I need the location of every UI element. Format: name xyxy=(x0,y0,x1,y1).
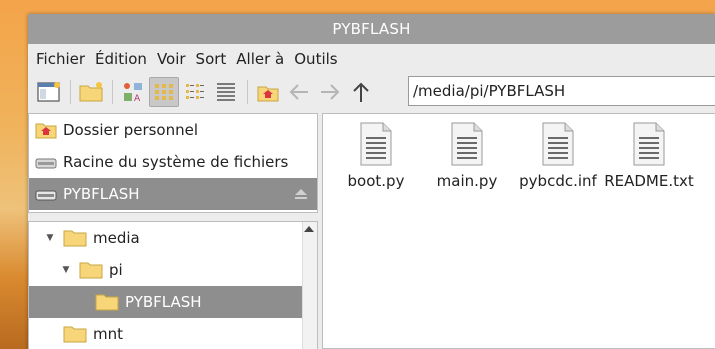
back-button[interactable] xyxy=(284,77,314,107)
toolbar-separator xyxy=(112,79,113,104)
place-label: Racine du système de fichiers xyxy=(63,153,289,171)
collapse-arrow-icon[interactable]: ▼ xyxy=(43,233,57,243)
list-view-button[interactable] xyxy=(211,77,241,107)
new-window-button[interactable] xyxy=(34,77,64,107)
tree-label: mnt xyxy=(93,325,123,343)
file-name: pybcdc.inf xyxy=(519,172,597,190)
up-button[interactable] xyxy=(346,77,376,107)
window-title: PYBFLASH xyxy=(332,20,411,38)
toolbar-separator xyxy=(247,79,248,104)
text-file-icon xyxy=(451,122,483,166)
home-folder-icon xyxy=(35,123,57,139)
file-item[interactable]: pybcdc.inf xyxy=(513,122,603,190)
home-icon xyxy=(257,86,279,101)
file-item[interactable]: README.txt xyxy=(604,122,694,190)
folder-icon xyxy=(63,326,87,343)
thumbnail-view-button[interactable]: A xyxy=(118,77,148,107)
place-label: Dossier personnel xyxy=(63,121,199,139)
file-item[interactable]: boot.py xyxy=(331,122,421,190)
place-root[interactable]: Racine du système de fichiers xyxy=(29,146,317,178)
menu-voir[interactable]: Voir xyxy=(157,50,186,68)
place-label: PYBFLASH xyxy=(63,185,140,203)
icon-view-icon xyxy=(155,83,173,100)
new-folder-button[interactable] xyxy=(76,77,106,107)
tree-label: PYBFLASH xyxy=(125,293,202,311)
toolbar-separator xyxy=(70,79,71,104)
window-titlebar[interactable]: PYBFLASH xyxy=(28,14,715,44)
menu-outils[interactable]: Outils xyxy=(294,50,337,68)
menu-sort[interactable]: Sort xyxy=(196,50,227,68)
icon-view-button[interactable] xyxy=(149,76,179,107)
up-arrow-icon xyxy=(353,82,369,102)
menu-bar: Fichier Édition Voir Sort Aller à Outils xyxy=(28,44,715,73)
compact-view-button[interactable] xyxy=(180,77,210,107)
thumbnail-view-icon: A xyxy=(124,82,142,104)
tree-scrollbar[interactable] xyxy=(302,222,317,349)
home-button[interactable] xyxy=(253,77,283,107)
list-view-icon xyxy=(217,82,235,101)
places-pane: Dossier personnel Racine du système de f… xyxy=(28,113,318,213)
place-pybflash[interactable]: PYBFLASH xyxy=(29,178,317,210)
svg-text:A: A xyxy=(134,94,141,104)
menu-fichier[interactable]: Fichier xyxy=(36,50,85,68)
compact-view-icon xyxy=(186,83,204,99)
back-arrow-icon xyxy=(289,83,308,100)
usb-drive-icon xyxy=(35,190,57,201)
menu-edition[interactable]: Édition xyxy=(95,50,147,68)
tree-label: pi xyxy=(109,261,123,279)
eject-icon xyxy=(295,189,307,199)
file-name: main.py xyxy=(436,172,498,190)
new-window-icon xyxy=(37,81,60,102)
text-file-icon xyxy=(542,122,574,166)
folder-icon xyxy=(63,230,87,247)
tree-item-pi[interactable]: ▼ pi xyxy=(29,254,317,286)
scroll-up-arrow-icon[interactable] xyxy=(304,226,314,232)
main-area: Dossier personnel Racine du système de f… xyxy=(28,110,715,349)
file-name: README.txt xyxy=(604,172,694,190)
text-file-icon xyxy=(360,122,392,166)
file-view: boot.py main.py pybcdc.inf README.txt xyxy=(322,113,715,349)
menu-aller[interactable]: Aller à xyxy=(236,50,284,68)
file-name: boot.py xyxy=(347,172,405,190)
tree-label: media xyxy=(93,229,140,247)
forward-button[interactable] xyxy=(315,77,345,107)
place-home[interactable]: Dossier personnel xyxy=(29,114,317,146)
text-file-icon xyxy=(633,122,665,166)
folder-icon xyxy=(79,262,103,279)
location-input[interactable]: /media/pi/PYBFLASH xyxy=(408,76,715,106)
tree-item-media[interactable]: ▼ media xyxy=(29,222,317,254)
eject-button[interactable] xyxy=(291,188,311,200)
new-folder-icon xyxy=(79,81,103,101)
file-manager-window: PYBFLASH Fichier Édition Voir Sort Aller… xyxy=(28,14,715,349)
toolbar: A /media/pi/PYBFLASH xyxy=(28,73,715,110)
forward-arrow-icon xyxy=(321,83,340,100)
collapse-arrow-icon[interactable]: ▼ xyxy=(59,265,73,275)
location-path: /media/pi/PYBFLASH xyxy=(413,82,566,100)
drive-icon xyxy=(35,158,57,169)
tree-item-pybflash[interactable]: PYBFLASH xyxy=(29,286,317,318)
directory-tree: ▼ media ▼ pi PYBFLASH mnt xyxy=(28,221,318,349)
tree-item-mnt[interactable]: mnt xyxy=(29,318,317,349)
folder-icon xyxy=(95,294,119,311)
file-item[interactable]: main.py xyxy=(422,122,512,190)
